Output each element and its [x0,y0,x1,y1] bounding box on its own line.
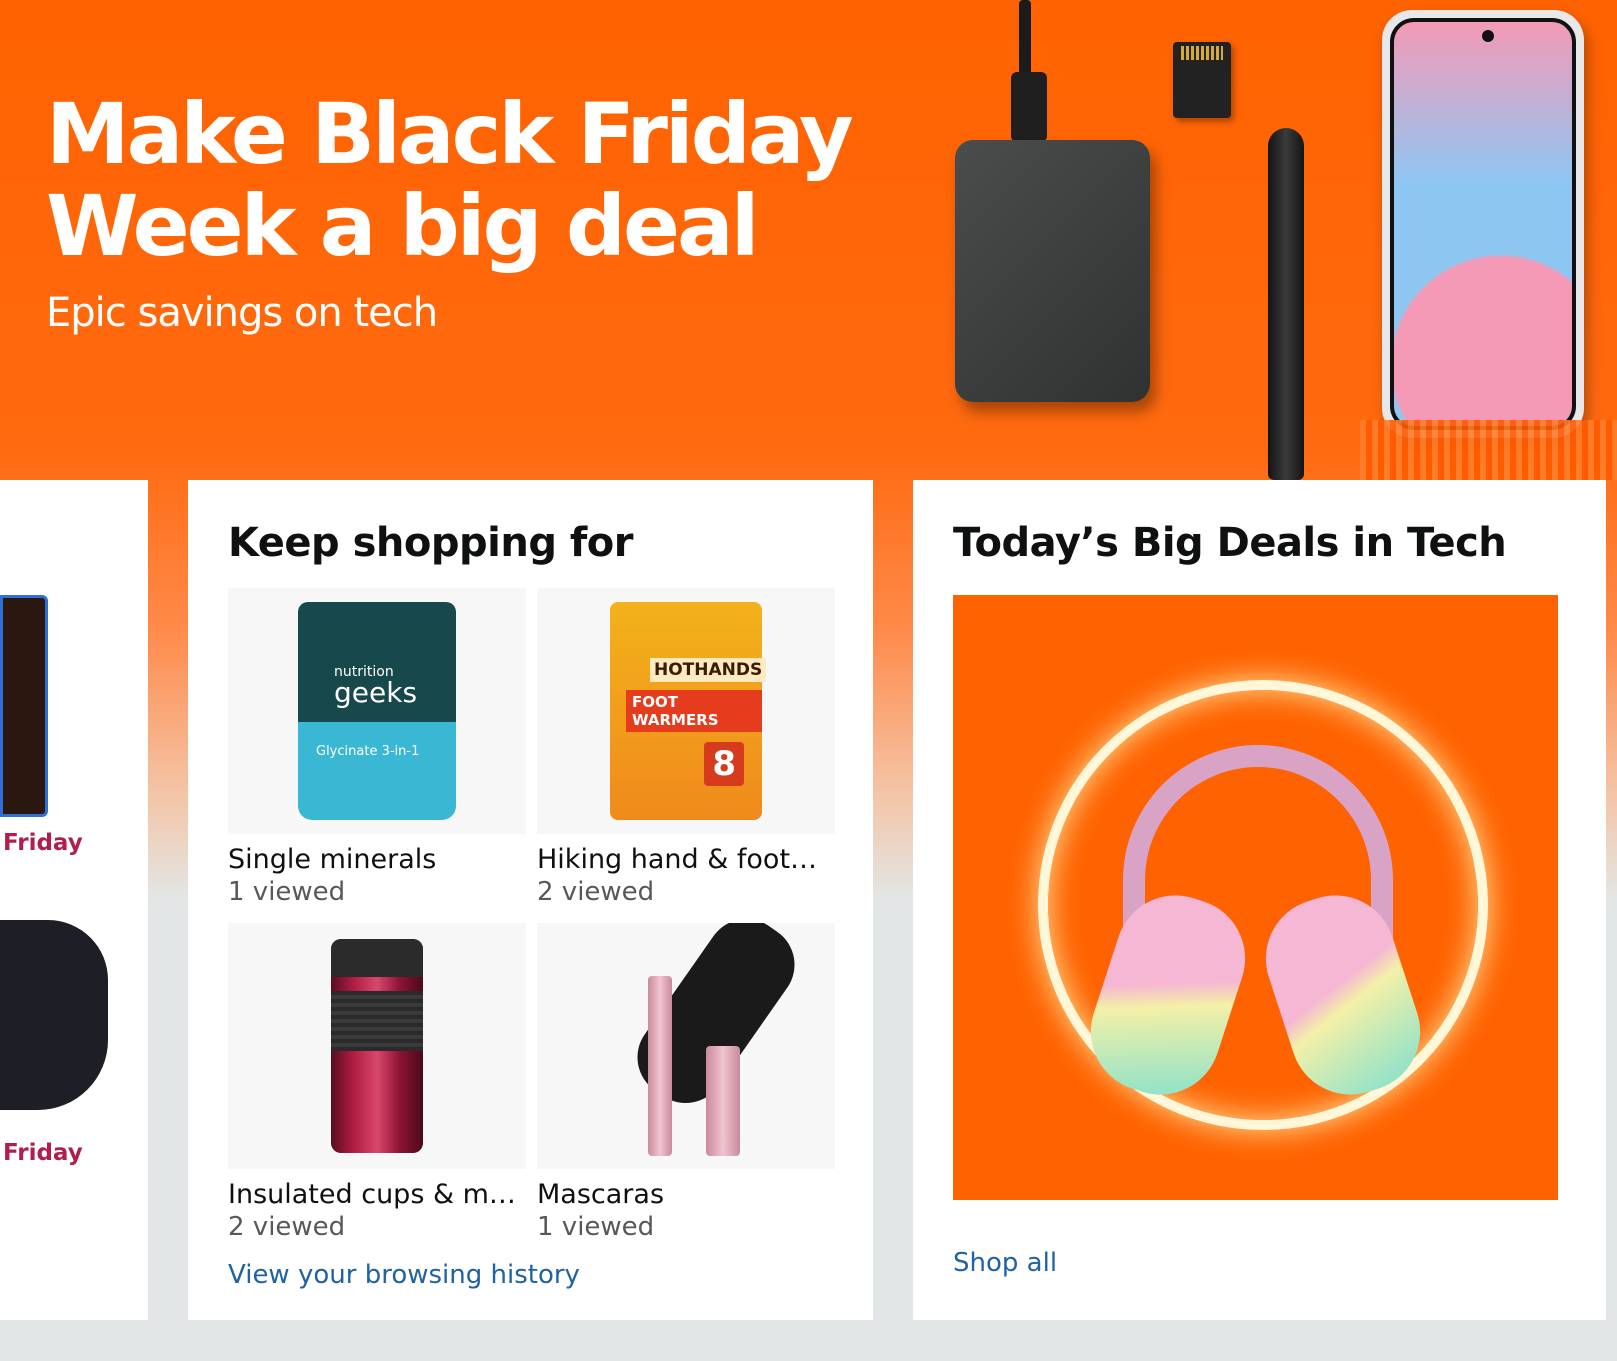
headphones-deal-image[interactable] [953,595,1558,1200]
tile-image[interactable] [537,923,835,1169]
pouch-brand-main: geeks [334,676,418,709]
card-title: Today’s Big Deals in Tech [953,520,1507,566]
keep-shopping-card: Keep shopping for nutrition geeks Glycin… [188,480,873,1320]
tile-count: 2 viewed [228,1212,346,1242]
left-partial-card: Friday Friday [0,480,148,1320]
stylus-pen-image [1268,128,1304,480]
deal-label[interactable]: Friday [3,830,83,856]
usb-cable-image [1019,0,1031,80]
decorative-ridges [1360,420,1617,480]
browsing-history-link[interactable]: View your browsing history [228,1260,580,1290]
tile-mascaras[interactable]: Mascaras 1 viewed [537,923,835,1242]
tile-insulated-cups[interactable]: Insulated cups & mugs 2 viewed [228,923,526,1242]
shop-all-link[interactable]: Shop all [953,1248,1057,1278]
supplement-pouch-image: nutrition geeks Glycinate 3-in-1 [298,602,456,820]
tile-image[interactable] [228,923,526,1169]
pouch-product: Glycinate 3-in-1 [316,744,420,759]
tile-image[interactable]: HOTHANDS FOOT WARMERS 8 [537,588,835,834]
tile-label[interactable]: Single minerals [228,844,526,875]
travel-mug-image [331,939,423,1153]
external-drive-image [955,140,1150,402]
tech-deals-card: Today’s Big Deals in Tech Shop all [913,480,1606,1320]
smartphone-image [1382,10,1584,438]
sd-card-image [1173,42,1231,118]
tile-count: 2 viewed [537,877,655,907]
mascara-image [586,923,811,1156]
tile-count: 1 viewed [228,877,346,907]
tile-image[interactable]: nutrition geeks Glycinate 3-in-1 [228,588,526,834]
game-controller-image[interactable] [0,920,108,1110]
hero-title: Make Black Friday Week a big deal [46,85,854,275]
foot-warmer-pack-image: HOTHANDS FOOT WARMERS 8 [610,602,767,820]
pack-hours-badge: 8 [704,742,744,786]
tile-label[interactable]: Hiking hand & foot… [537,844,835,875]
pack-brand: HOTHANDS [650,658,767,682]
card-title: Keep shopping for [228,520,634,566]
hero-subtitle: Epic savings on tech [46,290,438,336]
tile-hiking-hand-foot[interactable]: HOTHANDS FOOT WARMERS 8 Hiking hand & fo… [537,588,835,907]
tile-count: 1 viewed [537,1212,655,1242]
usb-plug-image [1011,72,1047,142]
phone-screen [1390,18,1576,430]
tile-single-minerals[interactable]: nutrition geeks Glycinate 3-in-1 Single … [228,588,526,907]
tile-label[interactable]: Insulated cups & mugs [228,1179,526,1210]
video-game-box-image[interactable] [0,595,48,817]
deal-label[interactable]: Friday [3,1140,83,1166]
camera-dot [1482,30,1494,42]
tile-label[interactable]: Mascaras [537,1179,835,1210]
pack-product: FOOT WARMERS [626,690,762,732]
